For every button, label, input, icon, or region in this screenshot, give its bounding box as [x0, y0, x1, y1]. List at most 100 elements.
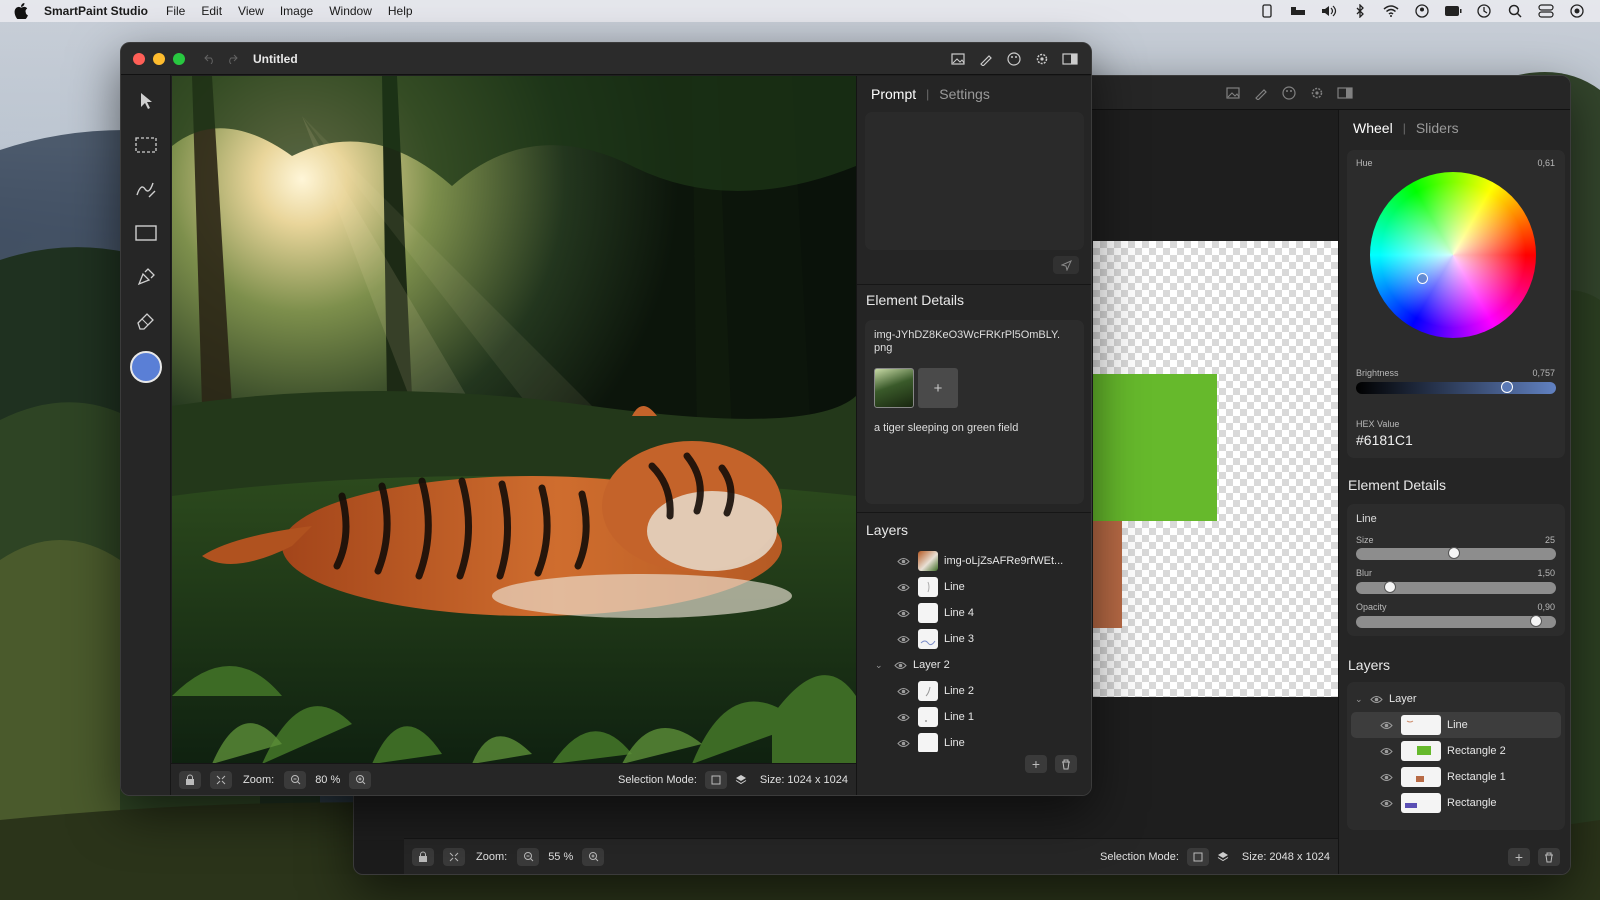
menu-window[interactable]: Window — [329, 4, 372, 18]
lock-icon[interactable] — [179, 770, 201, 789]
hex-input[interactable]: #6181C1 — [1356, 432, 1413, 448]
layer-row-line-bottom[interactable]: Line — [865, 730, 1084, 752]
hue-picker-handle[interactable] — [1417, 273, 1428, 284]
eye-icon[interactable] — [896, 608, 910, 618]
color-wheel[interactable] — [1370, 172, 1536, 338]
minimize-button[interactable] — [153, 52, 165, 65]
size-slider[interactable] — [1356, 547, 1556, 560]
prompt-input[interactable] — [865, 112, 1084, 250]
chevron-down-icon[interactable]: ⌄ — [875, 660, 893, 671]
size-knob[interactable] — [1448, 547, 1460, 559]
apple-icon[interactable] — [14, 3, 28, 20]
select-single-icon[interactable] — [1186, 847, 1209, 866]
fit-icon[interactable] — [210, 770, 232, 789]
menu-help[interactable]: Help — [388, 4, 413, 18]
palette-icon[interactable] — [1278, 83, 1300, 103]
rectangle-tool-icon[interactable] — [132, 219, 160, 247]
marquee-tool-icon[interactable] — [132, 131, 160, 159]
tab-sliders[interactable]: Sliders — [1416, 120, 1459, 136]
layer-row-layer[interactable]: ⌄ Layer — [1347, 686, 1565, 712]
layer-row-line[interactable]: Line — [1351, 712, 1561, 738]
select-layers-icon[interactable] — [1212, 848, 1234, 866]
layer-row-rectangle-1[interactable]: Rectangle 1 — [1347, 764, 1565, 790]
wifi-icon[interactable] — [1382, 4, 1400, 18]
eye-icon[interactable] — [896, 686, 910, 696]
sidebar-toggle-icon[interactable] — [1334, 83, 1356, 103]
brightness-slider[interactable] — [1356, 381, 1556, 394]
layer-row-rectangle[interactable]: Rectangle — [1347, 790, 1565, 816]
blur-slider[interactable] — [1356, 581, 1556, 594]
opacity-knob[interactable] — [1530, 615, 1542, 627]
phone-icon[interactable] — [1258, 4, 1276, 18]
tab-prompt[interactable]: Prompt — [871, 86, 916, 102]
menu-edit[interactable]: Edit — [201, 4, 222, 18]
reference-image-thumbnail[interactable] — [874, 368, 914, 408]
eye-icon[interactable] — [1369, 694, 1383, 704]
image-icon[interactable] — [1222, 83, 1244, 103]
redo-icon[interactable] — [221, 49, 243, 69]
current-color-swatch[interactable] — [129, 351, 162, 383]
bed-icon[interactable] — [1289, 4, 1307, 18]
layer-row-line-2[interactable]: Line 2 — [865, 678, 1084, 704]
delete-layer-button[interactable] — [1055, 755, 1077, 773]
select-layers-icon[interactable] — [730, 771, 752, 789]
search-icon[interactable] — [1506, 4, 1524, 18]
add-reference-button[interactable]: + — [918, 368, 958, 408]
brightness-knob[interactable] — [1501, 381, 1514, 393]
layer-row-line-3[interactable]: Line 3 — [865, 626, 1084, 652]
eye-icon[interactable] — [1379, 720, 1393, 730]
undo-icon[interactable] — [199, 49, 221, 69]
layer-row-layer-2[interactable]: ⌄ Layer 2 — [865, 652, 1084, 678]
draw-tool-icon[interactable] — [132, 175, 160, 203]
eye-icon[interactable] — [896, 634, 910, 644]
add-layer-button[interactable]: + — [1508, 848, 1530, 866]
sidebar-toggle-icon[interactable] — [1059, 49, 1081, 69]
control-center-icon[interactable] — [1537, 4, 1555, 18]
menu-view[interactable]: View — [238, 4, 264, 18]
blur-knob[interactable] — [1384, 581, 1396, 593]
siri-icon[interactable] — [1568, 4, 1586, 18]
select-single-icon[interactable] — [704, 770, 727, 789]
image-icon[interactable] — [947, 49, 969, 69]
back-canvas[interactable] — [1093, 241, 1338, 697]
layer-row-line[interactable]: Line — [865, 574, 1084, 600]
tab-settings[interactable]: Settings — [939, 86, 990, 102]
user-icon[interactable] — [1413, 4, 1431, 18]
gear-icon[interactable] — [1306, 83, 1328, 103]
zoom-in-icon[interactable] — [582, 847, 605, 866]
eraser-tool-icon[interactable] — [132, 307, 160, 335]
lock-icon[interactable] — [412, 847, 434, 866]
palette-icon[interactable] — [1003, 49, 1025, 69]
eye-icon[interactable] — [896, 738, 910, 748]
delete-layer-button[interactable] — [1538, 848, 1560, 866]
main-canvas[interactable] — [172, 76, 856, 764]
bluetooth-icon[interactable] — [1351, 4, 1369, 18]
close-button[interactable] — [133, 52, 145, 65]
brush-icon[interactable] — [975, 49, 997, 69]
zoom-button[interactable] — [173, 52, 185, 65]
rectangle-1-shape[interactable] — [1093, 521, 1122, 628]
gear-icon[interactable] — [1031, 49, 1053, 69]
volume-icon[interactable] — [1320, 4, 1338, 18]
zoom-out-icon[interactable] — [517, 847, 540, 866]
clock-icon[interactable] — [1475, 4, 1493, 18]
menu-image[interactable]: Image — [280, 4, 313, 18]
fit-icon[interactable] — [443, 847, 465, 866]
layer-row-image[interactable]: img-oLjZsAFRe9rfWEt... — [865, 548, 1084, 574]
chevron-down-icon[interactable]: ⌄ — [1355, 694, 1369, 705]
eye-icon[interactable] — [1379, 746, 1393, 756]
zoom-out-icon[interactable] — [284, 770, 307, 789]
eye-icon[interactable] — [896, 556, 910, 566]
layer-row-line-1[interactable]: Line 1 — [865, 704, 1084, 730]
tab-wheel[interactable]: Wheel — [1353, 120, 1393, 136]
battery-icon[interactable] — [1444, 4, 1462, 18]
eye-icon[interactable] — [1379, 772, 1393, 782]
pointer-tool-icon[interactable] — [132, 87, 160, 115]
eye-icon[interactable] — [896, 712, 910, 722]
opacity-slider[interactable] — [1356, 615, 1556, 628]
pen-tool-icon[interactable] — [132, 263, 160, 291]
add-layer-button[interactable]: + — [1025, 755, 1047, 773]
app-name-menu[interactable]: SmartPaint Studio — [44, 4, 148, 18]
menu-file[interactable]: File — [166, 4, 185, 18]
zoom-in-icon[interactable] — [349, 770, 372, 789]
